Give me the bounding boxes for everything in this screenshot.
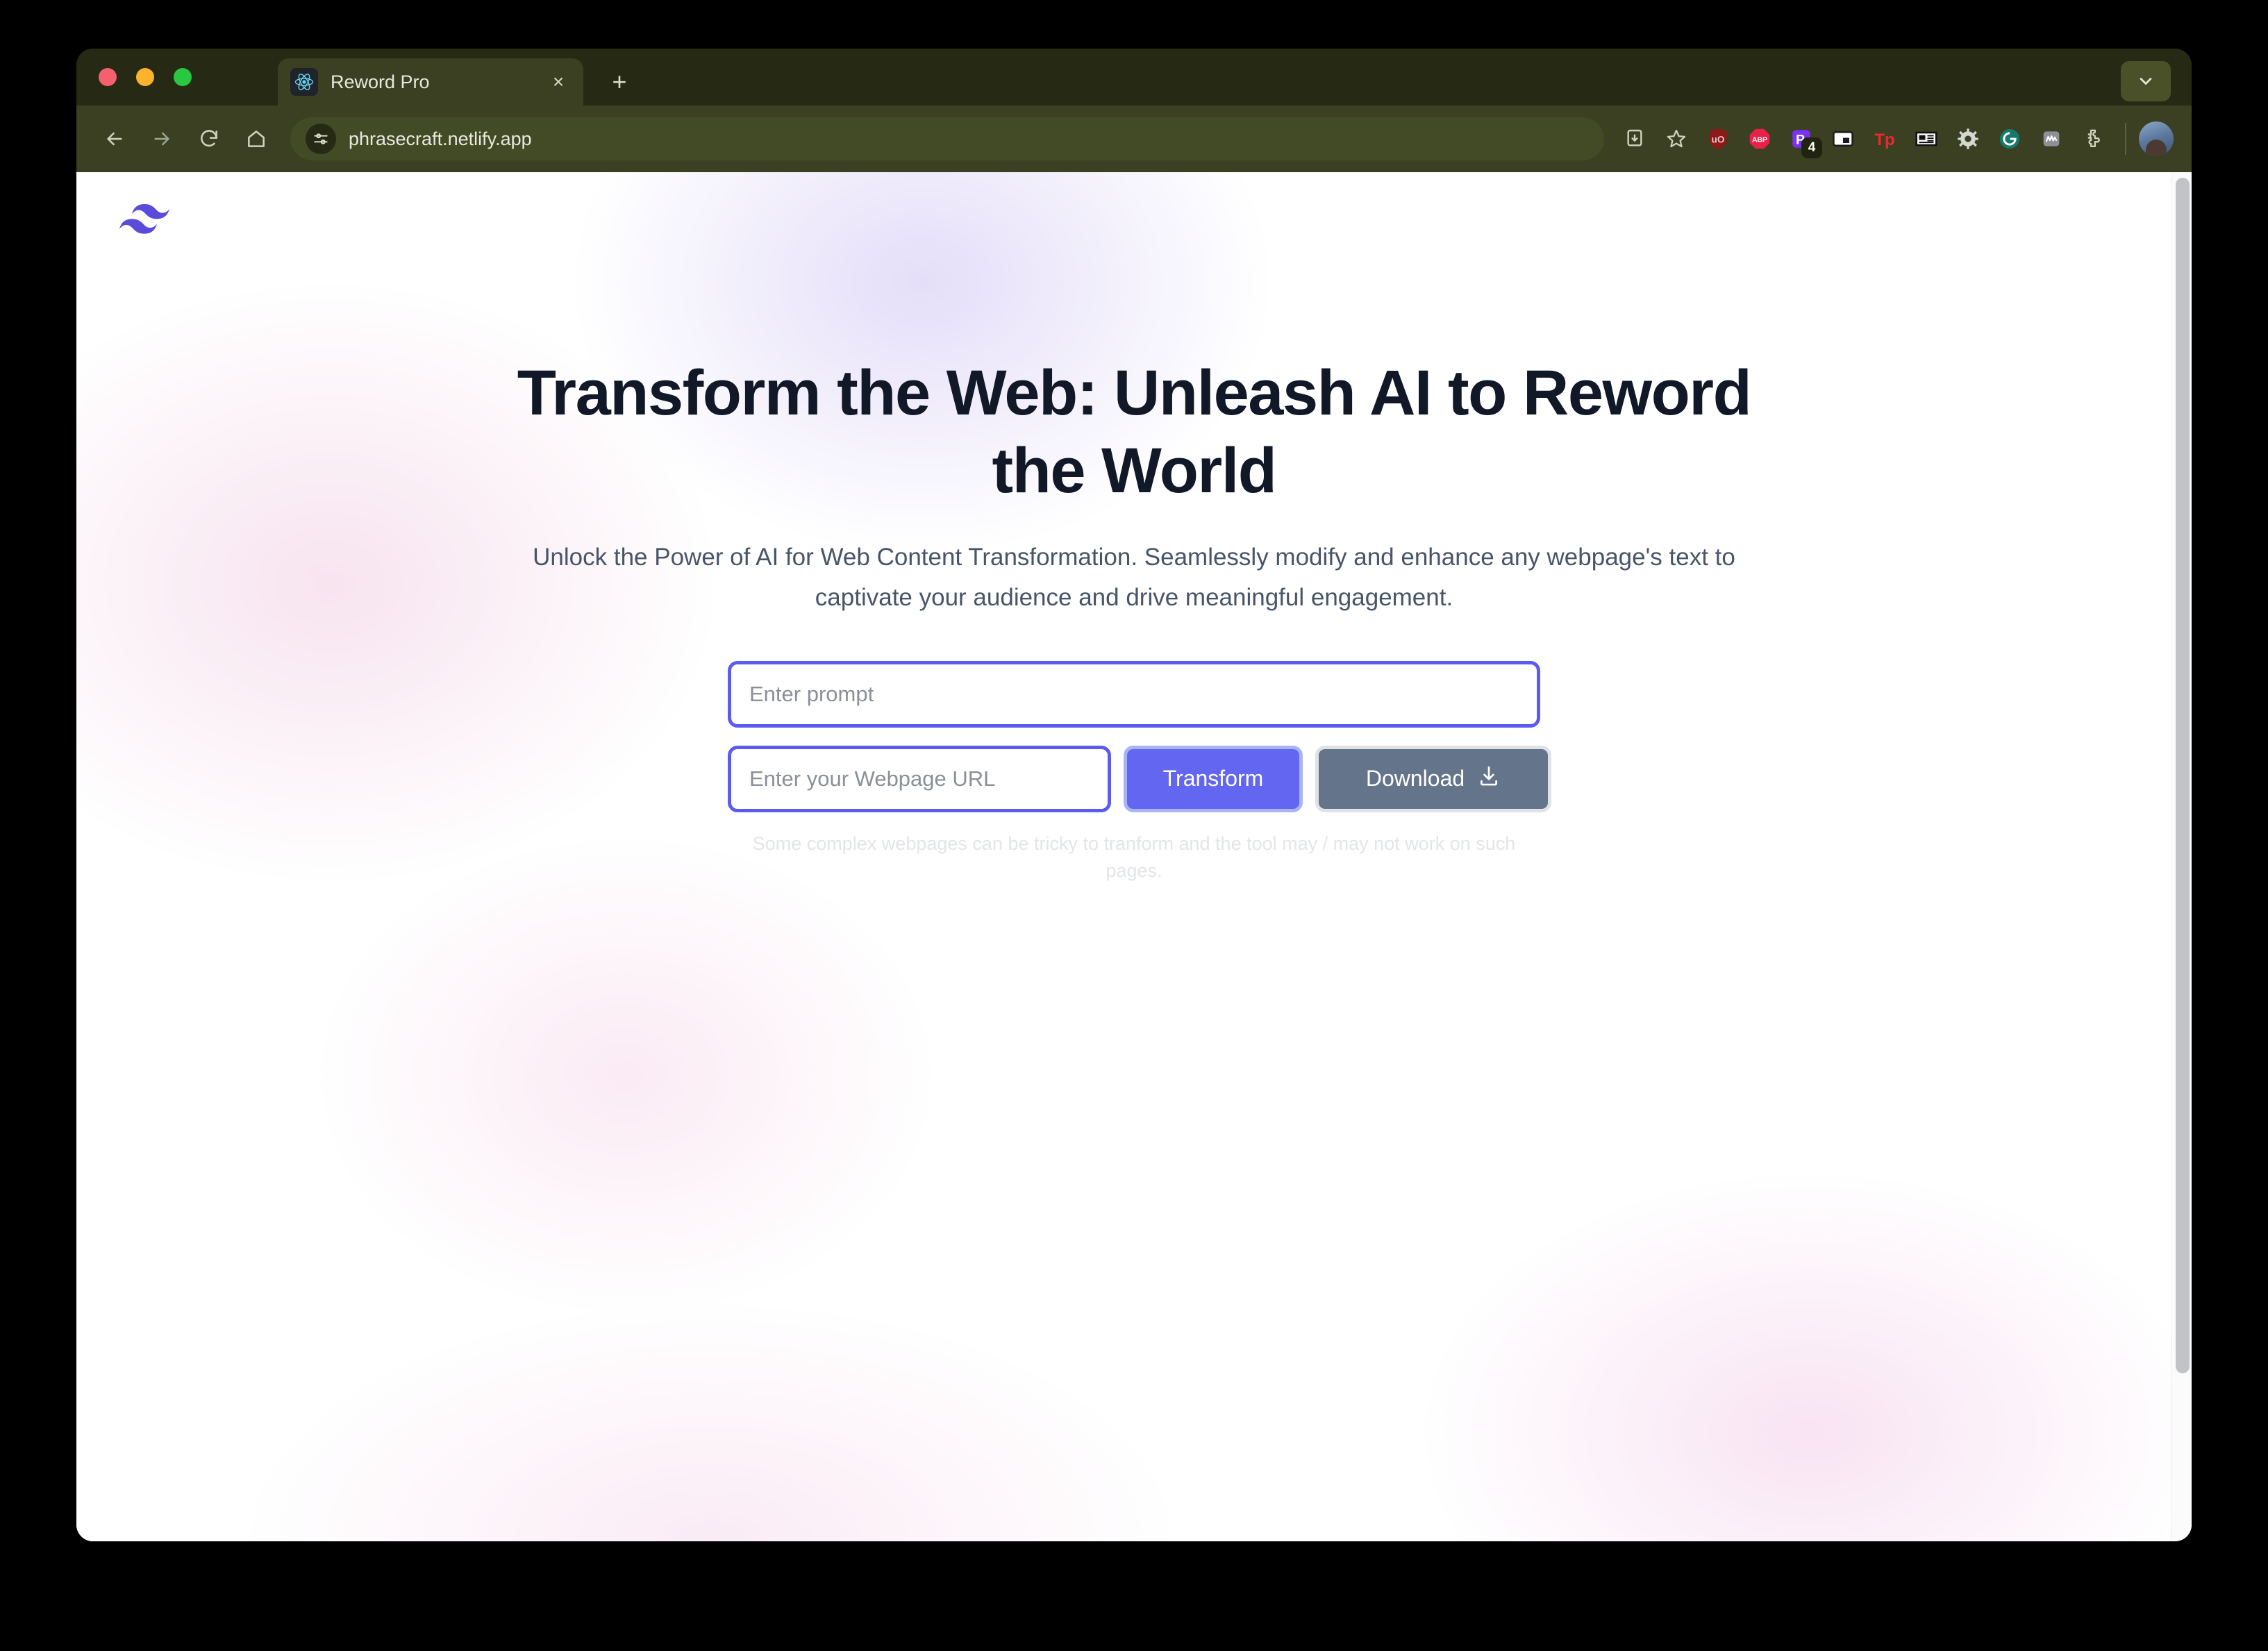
gear-extension-icon[interactable] [1949,119,1987,158]
puzzle-extensions-icon[interactable] [2074,119,2112,158]
toolbar-divider [2125,123,2126,155]
download-button-label: Download [1365,766,1465,791]
window-zoom-button[interactable] [174,68,192,86]
page-title: Transform the Web: Unleash AI to Reword … [517,358,1752,507]
browser-window: Reword Pro × + phrasecraft.netlify.app u… [76,49,2192,1541]
window-traffic-lights [99,68,192,86]
forward-arrow-icon[interactable] [142,119,182,159]
form-disclaimer: Some complex webpages can be tricky to t… [752,832,1516,882]
page-scrollbar-thumb[interactable] [2176,178,2190,1373]
chevron-down-icon[interactable] [2121,61,2171,101]
install-app-icon[interactable] [1615,119,1654,158]
bookmark-star-icon[interactable] [1657,119,1696,158]
transform-form: Enter prompt Enter your Webpage URL Tran… [728,660,1551,885]
toolbar-actions: uO ABP P 4 Tp [1615,119,2174,158]
webpage-url-input[interactable]: Enter your Webpage URL [728,745,1111,812]
browser-toolbar: phrasecraft.netlify.app uO ABP P 4 Tp [76,106,2192,172]
svg-text:ABP: ABP [1752,136,1767,144]
react-icon [290,68,318,96]
address-bar-url: phrasecraft.netlify.app [349,128,532,149]
reload-icon[interactable] [189,119,229,159]
adblock-plus-icon[interactable]: ABP [1740,119,1779,158]
svg-text:Tp: Tp [1874,131,1894,149]
home-icon[interactable] [236,119,276,159]
download-icon [1477,764,1501,794]
extension-badge-count: 4 [1801,137,1822,158]
tab-strip: Reword Pro × + [76,49,2192,106]
ublock-origin-icon[interactable]: uO [1699,119,1737,158]
grammarly-icon[interactable] [1990,119,2029,158]
svg-text:uO: uO [1712,134,1725,144]
pocket-extension-icon[interactable]: P 4 [1782,119,1822,158]
window-minimize-button[interactable] [136,68,154,86]
reader-view-icon[interactable] [1824,119,1862,158]
download-button[interactable]: Download [1315,745,1551,812]
transform-button[interactable]: Transform [1124,745,1303,812]
mv-extension-icon[interactable] [2032,119,2071,158]
page-viewport: Transform the Web: Unleash AI to Reword … [76,172,2192,1541]
transform-button-label: Transform [1162,766,1264,791]
page-scrollbar[interactable] [2171,172,2192,1541]
window-close-button[interactable] [99,68,117,86]
new-tab-button[interactable]: + [604,67,635,97]
avatar[interactable] [2139,121,2174,156]
page-subtitle: Unlock the Power of AI for Web Content T… [533,544,1735,612]
back-arrow-icon[interactable] [94,119,135,159]
newspaper-extension-icon[interactable] [1907,119,1946,158]
page-content: Transform the Web: Unleash AI to Reword … [76,172,2192,1541]
tp-extension-icon[interactable]: Tp [1865,119,1904,158]
form-row: Enter your Webpage URL Transform Downloa… [728,745,1551,812]
prompt-input[interactable]: Enter prompt [728,660,1540,728]
tab-close-button[interactable]: × [546,69,571,94]
address-bar[interactable]: phrasecraft.netlify.app [290,117,1604,160]
site-settings-icon[interactable] [306,124,336,154]
browser-tab[interactable]: Reword Pro × [278,58,583,106]
tab-title: Reword Pro [331,71,430,92]
hero-section: Transform the Web: Unleash AI to Reword … [76,172,2192,885]
